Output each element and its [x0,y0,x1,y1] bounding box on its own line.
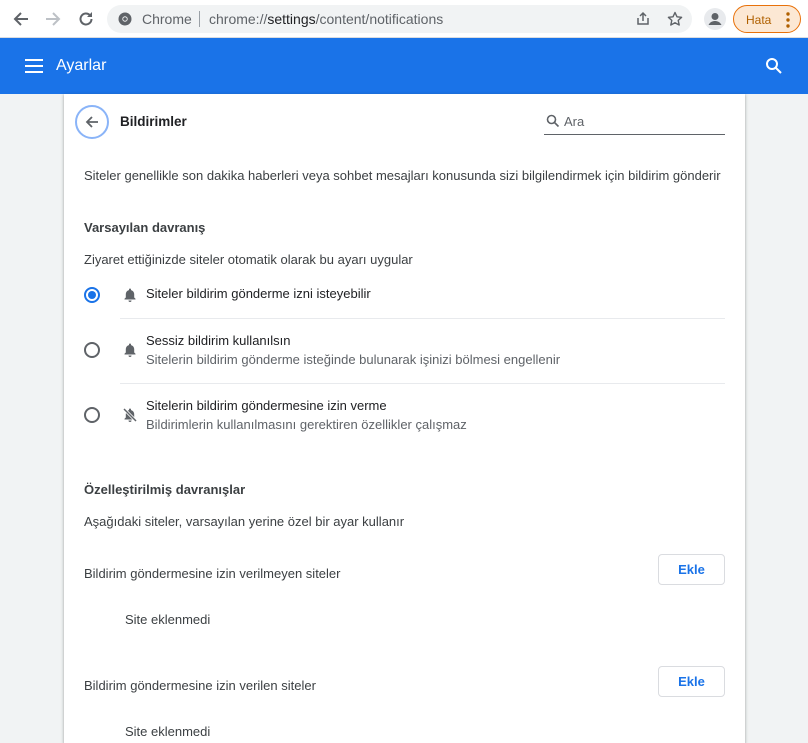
back-button[interactable] [75,105,109,139]
settings-title: Ayarlar [56,57,107,74]
reload-icon [79,12,93,26]
arrow-left-icon [85,116,98,128]
radio-option-block[interactable]: Sitelerin bildirim göndermesine izin ver… [84,395,725,437]
add-blocked-site-button[interactable]: Ekle [658,554,725,585]
settings-header: Ayarlar [0,38,808,94]
search-input[interactable] [564,111,722,131]
share-icon [637,11,649,25]
back-nav-button[interactable] [8,6,34,32]
allowed-sites-label: Bildirim göndermesine izin verilen sitel… [84,678,316,693]
more-vert-icon [786,12,790,28]
search-field[interactable] [544,110,725,135]
forward-nav-button[interactable] [40,6,66,32]
radio-option-label: Sitelerin bildirim göndermesine izin ver… [146,398,387,413]
option-divider [120,318,725,319]
url-host: settings [267,11,316,27]
url-scheme: chrome:// [209,11,268,27]
arrow-right-icon [46,12,61,26]
radio-option-ask[interactable]: Siteler bildirim gönderme izni isteyebil… [84,280,725,318]
url-text: chrome://settings/content/notifications [209,11,443,27]
star-icon [667,11,683,26]
bell-icon [124,288,136,302]
allowed-sites-empty: Site eklenmedi [125,724,211,739]
bell-off-icon [122,407,138,423]
radio-option-sublabel: Bildirimlerin kullanılmasını gerektiren … [146,417,467,432]
arrow-left-icon [13,12,28,26]
search-icon [766,58,782,74]
custom-behavior-title: Özelleştirilmiş davranışlar [84,482,246,497]
settings-search-button[interactable] [762,54,786,78]
reload-button[interactable] [73,6,99,32]
notifications-card: Bildirimler Siteler genellikle son dakik… [64,94,745,743]
blocked-sites-label: Bildirim göndermesine izin verilmeyen si… [84,566,341,581]
avatar-icon [704,8,726,30]
page-title: Bildirimler [120,114,187,129]
radio-button[interactable] [84,287,100,303]
radio-option-label: Sessiz bildirim kullanılsın [146,333,291,348]
bookmark-button[interactable] [665,9,685,29]
browser-toolbar: Chrome chrome://settings/content/notific… [0,0,808,38]
url-path: /content/notifications [315,11,444,27]
radio-option-sublabel: Sitelerin bildirim gönderme isteğinde bu… [146,352,561,367]
error-chip-label: Hata [746,13,772,27]
custom-behavior-description: Aşağıdaki siteler, varsayılan yerine öze… [84,514,405,529]
bell-icon [124,343,136,357]
radio-option-quiet[interactable]: Sessiz bildirim kullanılsın Sitelerin bi… [84,330,725,372]
default-behavior-description: Ziyaret ettiğinizde siteler otomatik ola… [84,252,413,267]
page-description: Siteler genellikle son dakika haberleri … [84,168,721,183]
radio-button[interactable] [84,407,100,423]
blocked-sites-empty: Site eklenmedi [125,612,211,627]
error-chip[interactable]: Hata [733,5,801,33]
profile-button[interactable] [703,7,727,31]
add-allowed-site-button[interactable]: Ekle [658,666,725,697]
omnibox-brand: Chrome [142,11,192,27]
option-divider [120,383,725,384]
address-bar[interactable]: Chrome chrome://settings/content/notific… [107,5,692,33]
search-icon [546,114,560,128]
menu-icon[interactable] [22,56,46,76]
radio-button[interactable] [84,342,100,358]
default-behavior-title: Varsayılan davranış [84,220,206,235]
omnibox-separator [199,11,200,27]
radio-option-label: Siteler bildirim gönderme izni isteyebil… [146,286,371,301]
share-button[interactable] [633,9,653,29]
chrome-icon [118,12,132,26]
